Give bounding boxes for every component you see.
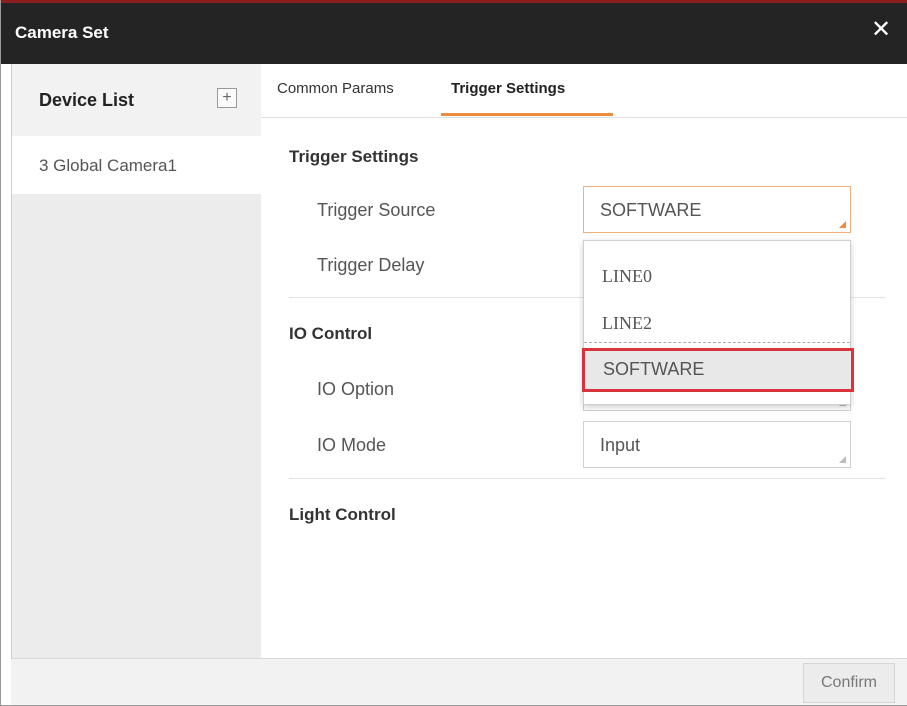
dropdown-separator	[584, 342, 850, 343]
dropdown-option-line0[interactable]: LINE0	[584, 257, 850, 295]
tab-common-params[interactable]: Common Params	[277, 80, 394, 97]
window-title: Camera Set	[15, 23, 109, 42]
trigger-settings-heading: Trigger Settings	[289, 147, 419, 166]
active-tab-indicator	[441, 113, 613, 116]
add-device-button[interactable]: +	[217, 88, 237, 108]
dropdown-corner-icon	[839, 221, 846, 228]
device-list-title: Device List	[39, 90, 135, 110]
dialog-footer: Confirm	[11, 658, 907, 705]
trigger-source-select[interactable]: SOFTWARE	[583, 186, 851, 233]
io-option-label: IO Option	[317, 379, 395, 399]
dropdown-option-software[interactable]: SOFTWARE	[582, 348, 854, 392]
device-label: 3 Global Camera1	[39, 156, 177, 175]
settings-panel: Common Params Trigger Settings Trigger S…	[261, 64, 907, 658]
light-control-heading: Light Control	[289, 505, 396, 524]
device-list-header: Device List +	[12, 64, 262, 136]
section-divider	[289, 478, 886, 479]
io-mode-label: IO Mode	[317, 435, 387, 455]
confirm-button[interactable]: Confirm	[803, 663, 895, 703]
io-mode-value: Input	[600, 435, 641, 455]
trigger-source-value: SOFTWARE	[600, 200, 702, 220]
io-control-heading: IO Control	[289, 324, 373, 343]
close-icon[interactable]: ✕	[868, 17, 894, 43]
dropdown-option-line2[interactable]: LINE2	[584, 304, 850, 342]
device-list-panel: Device List + 3 Global Camera1	[11, 64, 262, 658]
title-bar: Camera Set ✕	[1, 0, 907, 64]
tab-bar: Common Params Trigger Settings	[261, 64, 907, 118]
device-list-item[interactable]: 3 Global Camera1	[12, 136, 262, 194]
trigger-source-label: Trigger Source	[317, 200, 436, 220]
dropdown-corner-icon	[839, 456, 846, 463]
trigger-delay-label: Trigger Delay	[317, 255, 425, 275]
io-mode-select[interactable]: Input	[583, 421, 851, 468]
trigger-source-dropdown: LINE0 LINE2 SOFTWARE	[582, 240, 854, 405]
camera-set-window: Camera Set ✕ Device List + 3 Global Came…	[0, 0, 907, 706]
tab-trigger-settings[interactable]: Trigger Settings	[451, 80, 565, 97]
